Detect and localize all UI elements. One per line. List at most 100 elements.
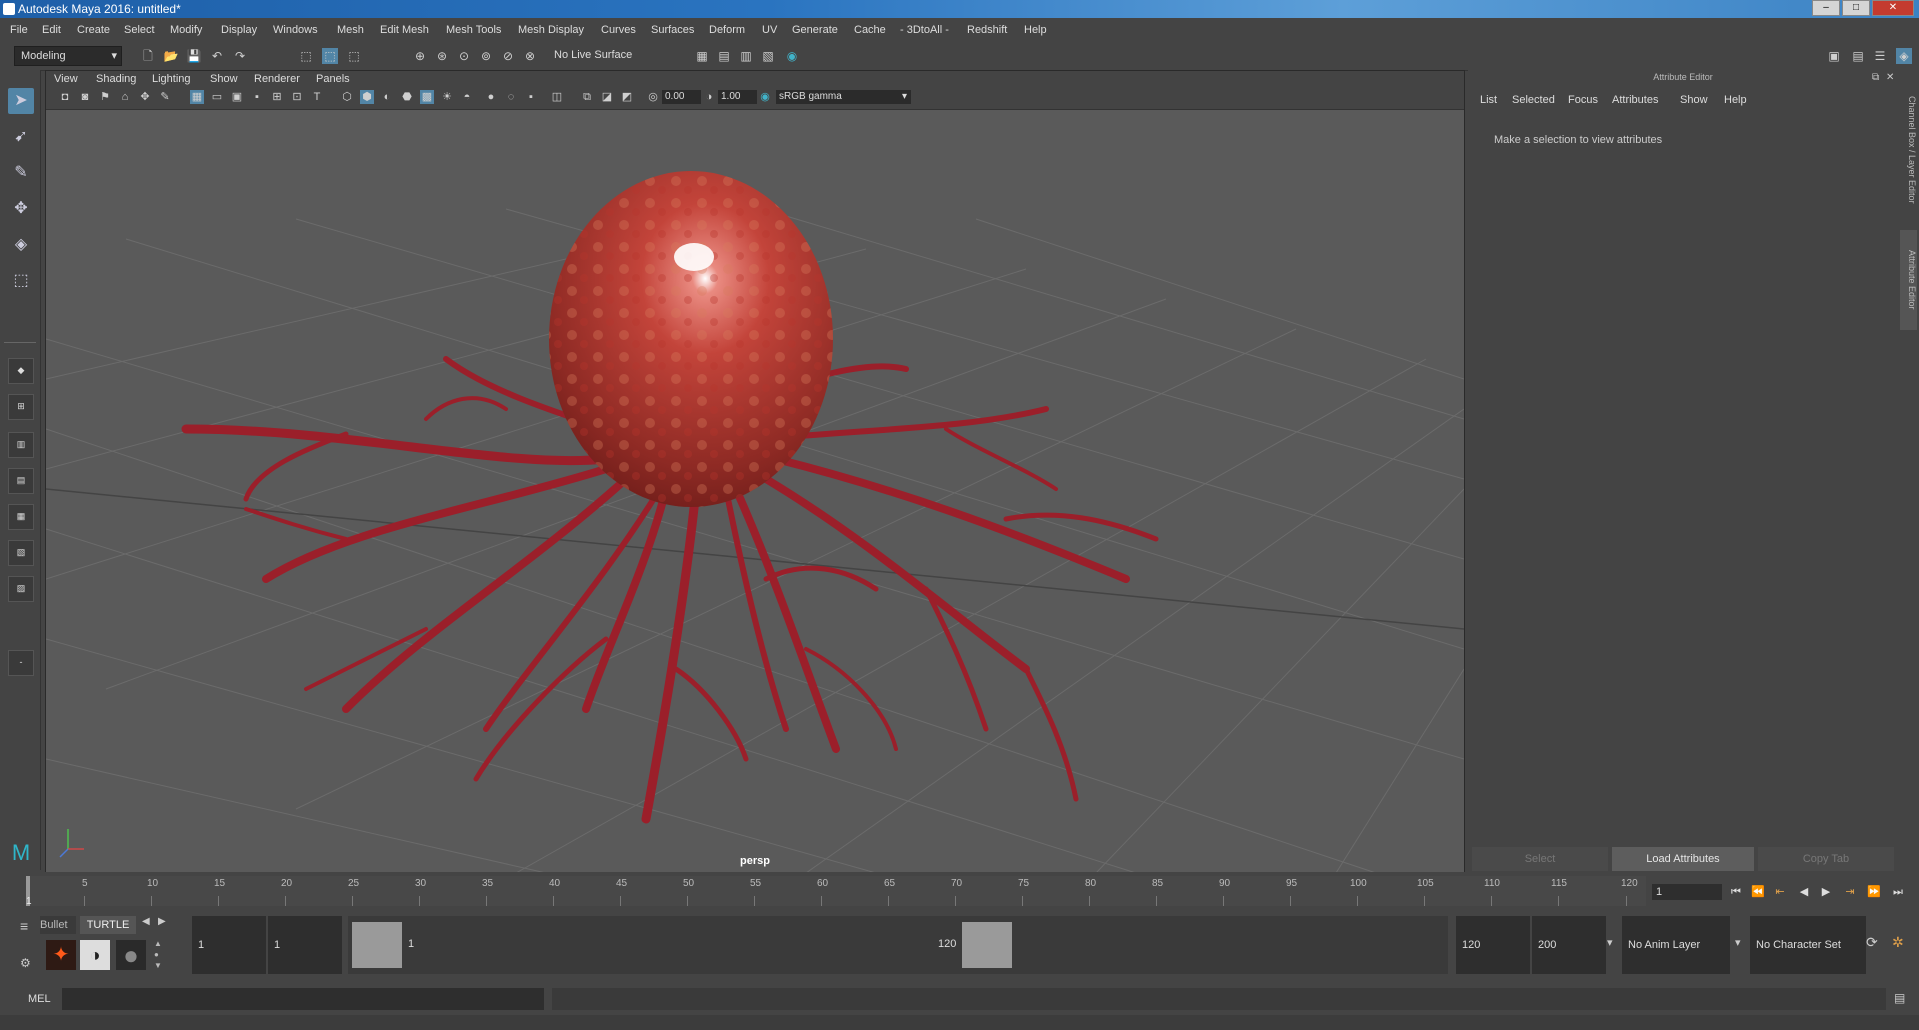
range-slider-end-handle[interactable] — [962, 922, 1012, 968]
step-back-key-icon[interactable]: ⇤ — [1772, 884, 1788, 900]
shadows-icon[interactable]: ◓ — [460, 90, 474, 104]
shelf-tab-bullet[interactable]: Bullet — [40, 916, 76, 934]
ae-menu-attributes[interactable]: Attributes — [1612, 94, 1658, 106]
2d-pan-zoom-icon[interactable]: ✥ — [138, 90, 152, 104]
snap-surface-icon[interactable]: ⊘ — [500, 48, 516, 64]
screen-space-ao-icon[interactable]: ● — [484, 90, 498, 104]
vp-menu-show[interactable]: Show — [210, 73, 238, 85]
menu-generate[interactable]: Generate — [792, 24, 838, 36]
exposure-icon[interactable]: ◎ — [646, 90, 660, 104]
menu-cache[interactable]: Cache — [854, 24, 886, 36]
hypershade-layout-icon[interactable]: ▦ — [8, 504, 34, 530]
current-frame-field[interactable]: 1 — [1652, 884, 1722, 900]
ae-menu-show[interactable]: Show — [1680, 94, 1708, 106]
vp-menu-panels[interactable]: Panels — [316, 73, 350, 85]
gamma-icon[interactable]: ◑ — [702, 90, 716, 104]
menu-windows[interactable]: Windows — [273, 24, 318, 36]
snap-point-icon[interactable]: ⊙ — [456, 48, 472, 64]
isolate-select-icon[interactable]: ⧉ — [580, 90, 594, 104]
wireframe-on-shaded-icon[interactable]: ⬣ — [400, 90, 414, 104]
step-forward-key-icon[interactable]: ⇥ — [1842, 884, 1858, 900]
multisample-aa-icon[interactable]: ▪ — [524, 90, 538, 104]
float-panel-icon[interactable]: ⧉ — [1872, 72, 1879, 83]
paint-select-tool-icon[interactable]: ✎ — [8, 160, 34, 186]
menu-create[interactable]: Create — [77, 24, 110, 36]
character-set-dropdown[interactable]: No Character Set — [1750, 916, 1866, 974]
exposure-field[interactable]: 0.00 — [662, 90, 701, 104]
field-chart-icon[interactable]: ⊞ — [270, 90, 284, 104]
chevron-down-icon[interactable]: ▾ — [1607, 936, 1613, 949]
ae-select-button[interactable]: Select — [1472, 847, 1608, 871]
image-plane-icon[interactable]: ⌂ — [118, 90, 132, 104]
menu-uv[interactable]: UV — [762, 24, 777, 36]
rotate-tool-icon[interactable]: ◈ — [8, 232, 34, 258]
shelf-tab-turtle[interactable]: TURTLE — [80, 916, 136, 934]
maximize-button[interactable]: □ — [1842, 0, 1870, 16]
menu-modify[interactable]: Modify — [170, 24, 202, 36]
menu-mesh-tools[interactable]: Mesh Tools — [446, 24, 501, 36]
vp-menu-renderer[interactable]: Renderer — [254, 73, 300, 85]
view-transform-dropdown[interactable]: sRGB gamma ▾ — [776, 90, 911, 104]
time-slider[interactable]: 5 10 15 20 25 30 35 40 45 50 55 60 65 70… — [0, 872, 1919, 912]
close-panel-icon[interactable]: ✕ — [1886, 72, 1894, 83]
save-scene-icon[interactable]: 💾 — [186, 48, 202, 64]
xray-icon[interactable]: ◪ — [600, 90, 614, 104]
shelf-next-icon[interactable]: ▶ — [158, 916, 166, 927]
snap-grid-icon[interactable]: ⊕ — [412, 48, 428, 64]
turtle-sphere-icon[interactable]: ● — [116, 940, 146, 970]
gate-mask-icon[interactable]: ▪ — [250, 90, 264, 104]
auto-key-icon[interactable]: ⟳ — [1866, 934, 1878, 951]
channel-box-layer-editor-tab[interactable]: Channel Box / Layer Editor — [1900, 80, 1917, 220]
tool-settings-icon[interactable]: ▤ — [1850, 48, 1866, 64]
color-management-icon[interactable]: ◉ — [758, 90, 772, 104]
grid-toggle-icon[interactable]: ▦ — [190, 90, 204, 104]
select-camera-icon[interactable]: ◘ — [58, 90, 72, 104]
menu-mesh-display[interactable]: Mesh Display — [518, 24, 584, 36]
viewport-panel[interactable]: View Shading Lighting Show Renderer Pane… — [45, 70, 1465, 874]
scale-tool-icon[interactable]: ⬚ — [8, 268, 34, 294]
open-scene-icon[interactable]: 📂 — [163, 48, 179, 64]
script-editor-icon[interactable]: ▤ — [1894, 991, 1905, 1005]
go-to-end-icon[interactable]: ⏭ — [1890, 884, 1906, 900]
script-layout-icon[interactable]: ▨ — [8, 576, 34, 602]
step-back-frame-icon[interactable]: ⏪ — [1750, 884, 1766, 900]
use-default-material-icon[interactable]: ◐ — [380, 90, 394, 104]
play-backwards-icon[interactable]: ◀ — [1796, 884, 1812, 900]
animation-end-field[interactable]: 200 — [1532, 916, 1606, 974]
vp-menu-lighting[interactable]: Lighting — [152, 73, 191, 85]
xray-joints-icon[interactable]: ◩ — [620, 90, 634, 104]
turtle-render-icon[interactable]: ✦ — [46, 940, 76, 970]
ae-copy-tab-button[interactable]: Copy Tab — [1758, 847, 1894, 871]
range-slider[interactable]: 1 120 — [348, 916, 1448, 974]
shelf-scroll-icon[interactable]: ▲ ● ▼ — [154, 938, 162, 971]
menu-file[interactable]: File — [10, 24, 28, 36]
viewport-scene[interactable]: persp — [46, 109, 1464, 873]
menu-redshift[interactable]: Redshift — [967, 24, 1007, 36]
shelf-menu-icon[interactable]: ≡ — [20, 918, 28, 934]
snap-live-icon[interactable]: ⊗ — [522, 48, 538, 64]
turtle-settings-icon[interactable]: ◑ — [80, 940, 110, 970]
snap-curve-icon[interactable]: ⊛ — [434, 48, 450, 64]
new-scene-icon[interactable]: 🗋 — [140, 48, 156, 64]
hypershade-icon[interactable]: ◉ — [784, 48, 800, 64]
ae-menu-help[interactable]: Help — [1724, 94, 1747, 106]
close-button[interactable]: ✕ — [1872, 0, 1914, 16]
shelf-prev-icon[interactable]: ◀ — [142, 916, 150, 927]
ae-load-attributes-button[interactable]: Load Attributes — [1612, 847, 1754, 871]
animation-prefs-icon[interactable]: ✲ — [1892, 934, 1904, 951]
gamma-field[interactable]: 1.00 — [718, 90, 757, 104]
minimize-button[interactable]: – — [1812, 0, 1840, 16]
render-frame-icon[interactable]: ▤ — [716, 48, 732, 64]
playback-end-field[interactable]: 120 — [1456, 916, 1530, 974]
bookmark-icon[interactable]: ⚑ — [98, 90, 112, 104]
outliner-toggle-icon[interactable]: - — [8, 650, 34, 676]
channel-box-icon[interactable]: ☰ — [1872, 48, 1888, 64]
resolution-gate-icon[interactable]: ▣ — [230, 90, 244, 104]
menu-display[interactable]: Display — [221, 24, 257, 36]
shelf-settings-icon[interactable]: ⚙ — [20, 956, 31, 970]
ae-menu-selected[interactable]: Selected — [1512, 94, 1555, 106]
snap-view-icon[interactable]: ⊚ — [478, 48, 494, 64]
camera-attributes-icon[interactable]: ◙ — [78, 90, 92, 104]
menu-edit[interactable]: Edit — [42, 24, 61, 36]
menu-mesh[interactable]: Mesh — [337, 24, 364, 36]
